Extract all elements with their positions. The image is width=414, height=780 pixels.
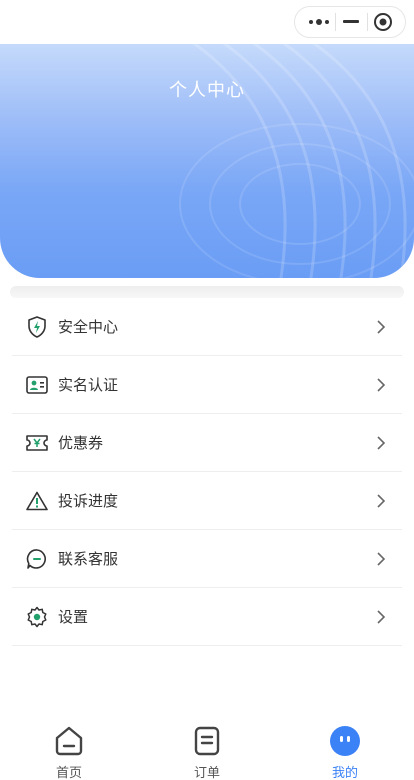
menu-item-label: 投诉进度 xyxy=(58,492,119,510)
capsule-divider xyxy=(334,13,336,31)
chevron-right-icon xyxy=(374,377,388,392)
gear-icon xyxy=(26,606,48,628)
warning-icon xyxy=(26,490,48,512)
id-card-icon xyxy=(26,374,48,396)
tab-label: 我的 xyxy=(331,766,358,780)
shield-icon xyxy=(26,315,48,338)
header-shadow xyxy=(10,286,404,298)
minimize-button[interactable] xyxy=(339,10,363,34)
menu-item-label: 联系客服 xyxy=(58,550,119,568)
tab-mine[interactable]: 我的 xyxy=(285,716,405,780)
tab-label: 订单 xyxy=(193,766,220,780)
minimize-icon xyxy=(343,20,359,23)
menu-item-coupons[interactable]: 优惠券 xyxy=(12,414,402,472)
close-button[interactable] xyxy=(371,10,395,34)
tab-home[interactable]: 首页 xyxy=(9,716,129,780)
chat-icon xyxy=(26,548,48,570)
menu-list: 安全中心 实名认证 优惠券 投诉进度 联系客服 设置 xyxy=(12,298,402,646)
chevron-right-icon xyxy=(374,319,388,334)
profile-face-icon xyxy=(328,724,362,758)
home-icon xyxy=(52,724,86,758)
tab-orders[interactable]: 订单 xyxy=(147,716,267,780)
capsule-divider xyxy=(366,13,368,31)
menu-item-real-name-auth[interactable]: 实名认证 xyxy=(12,356,402,414)
more-dots-icon xyxy=(309,19,329,25)
miniprogram-capsule xyxy=(294,6,406,38)
chevron-right-icon xyxy=(374,435,388,450)
profile-header: 个人中心 xyxy=(0,44,414,278)
chevron-right-icon xyxy=(374,609,388,624)
menu-item-contact-support[interactable]: 联系客服 xyxy=(12,530,402,588)
menu-item-complaint-progress[interactable]: 投诉进度 xyxy=(12,472,402,530)
coupon-icon xyxy=(26,432,48,454)
chevron-right-icon xyxy=(374,551,388,566)
menu-item-label: 优惠券 xyxy=(58,434,104,452)
menu-item-label: 安全中心 xyxy=(58,318,119,336)
chevron-right-icon xyxy=(374,493,388,508)
menu-item-label: 设置 xyxy=(58,608,89,626)
menu-item-security-center[interactable]: 安全中心 xyxy=(12,298,402,356)
page-title: 个人中心 xyxy=(169,80,245,101)
bottom-tab-bar: 首页 订单 我的 xyxy=(0,716,414,780)
menu-item-label: 实名认证 xyxy=(58,376,119,394)
tab-label: 首页 xyxy=(55,766,82,780)
order-icon xyxy=(190,724,224,758)
target-close-icon xyxy=(374,13,392,31)
menu-item-settings[interactable]: 设置 xyxy=(12,588,402,646)
more-button[interactable] xyxy=(307,10,331,34)
